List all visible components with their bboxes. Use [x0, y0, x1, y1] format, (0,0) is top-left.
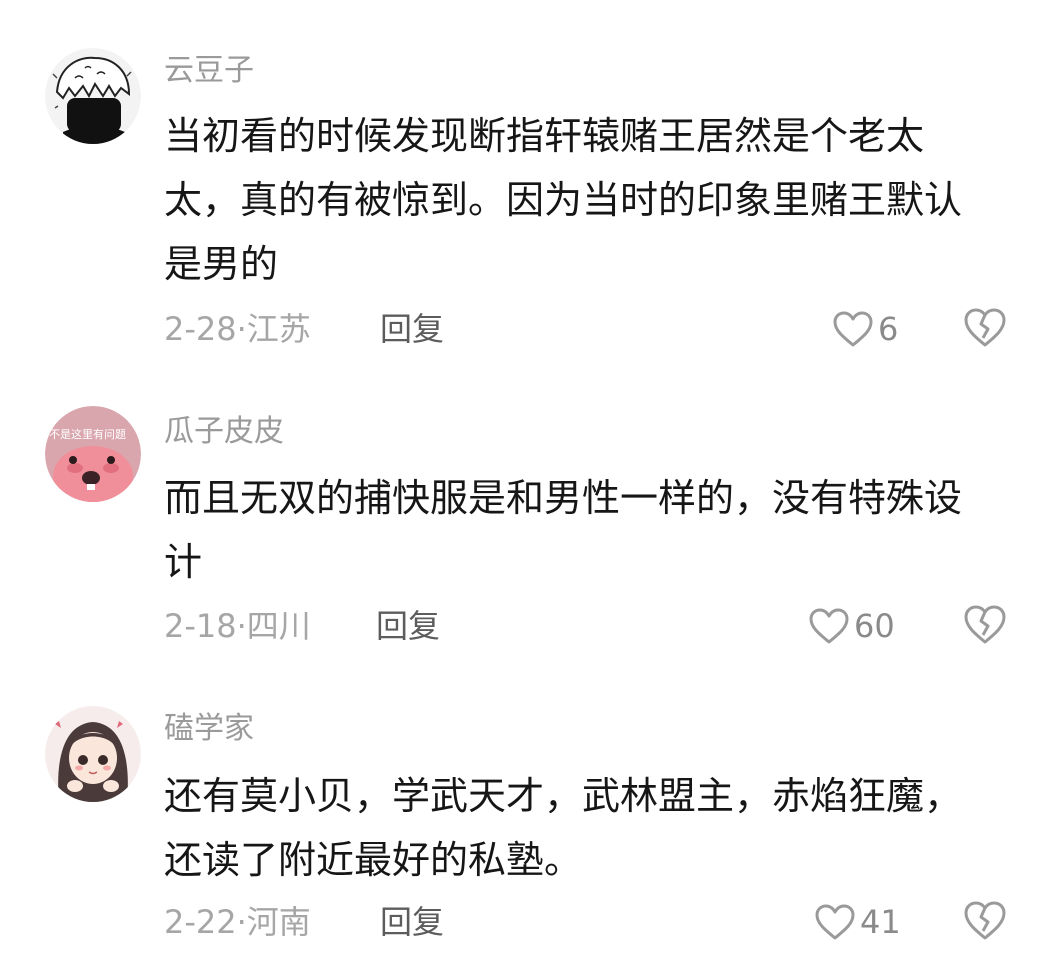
- anime-girl-icon: [45, 706, 141, 802]
- avatar[interactable]: [45, 48, 141, 144]
- comment-username[interactable]: 磕学家: [164, 709, 254, 749]
- comment-location: 四川: [246, 607, 311, 645]
- avatar-caption: 不是这里有问题: [49, 428, 126, 441]
- heart-outline-icon: [815, 904, 855, 940]
- heart-outline-icon: [833, 311, 873, 347]
- comment-text: 还有莫小贝，学武天才，武林盟主，赤焰狂魔， 还读了附近最好的私塾。: [164, 764, 962, 892]
- reply-button[interactable]: 回复: [380, 902, 444, 942]
- broken-heart-icon: [964, 605, 1006, 644]
- like-button[interactable]: 6: [832, 307, 898, 351]
- reply-button[interactable]: 回复: [380, 309, 444, 349]
- comment-username[interactable]: 瓜子皮皮: [164, 412, 284, 452]
- comment-date: 2-18: [164, 607, 237, 645]
- comment-item: 不是这里有问题 瓜子皮皮 而且无双的捕快服是和男性一样的，没有特殊设 计 2-1…: [0, 380, 1053, 680]
- comment-date: 2-28: [164, 310, 237, 348]
- comment-text-line: 还有莫小贝，学武天才，武林盟主，赤焰狂魔，: [164, 774, 963, 818]
- dislike-button[interactable]: [962, 307, 1008, 351]
- comment-text: 而且无双的捕快服是和男性一样的，没有特殊设 计: [164, 466, 962, 594]
- reply-button[interactable]: 回复: [376, 606, 440, 646]
- comment-text: 当初看的时候发现断指轩辕赌王居然是个老太 太，真的有被惊到。因为当时的印象里赌王…: [164, 104, 962, 296]
- comment-text-line: 计: [164, 540, 203, 584]
- comment-item: 云豆子 当初看的时候发现断指轩辕赌王居然是个老太 太，真的有被惊到。因为当时的印…: [0, 0, 1053, 380]
- comment-meta: 2-28·江苏: [164, 309, 311, 349]
- comment-location: 河南: [246, 903, 311, 941]
- comment-meta: 2-18·四川: [164, 606, 311, 646]
- comment-item: 磕学家 还有莫小贝，学武天才，武林盟主，赤焰狂魔， 还读了附近最好的私塾。 2-…: [0, 680, 1053, 960]
- like-count: 6: [878, 310, 899, 348]
- dislike-button[interactable]: [962, 900, 1008, 944]
- broken-heart-icon: [964, 308, 1006, 347]
- comment-text-line: 还读了附近最好的私塾。: [164, 838, 583, 882]
- dislike-button[interactable]: [962, 604, 1008, 648]
- heart-outline-icon: [809, 608, 849, 644]
- like-count: 41: [860, 903, 901, 941]
- avatar[interactable]: 不是这里有问题: [45, 406, 141, 502]
- pink-beaver-icon: [45, 406, 141, 502]
- like-button[interactable]: 41: [814, 900, 901, 944]
- comment-text-line: 当初看的时候发现断指轩辕赌王居然是个老太: [164, 114, 925, 158]
- comment-text-line: 是男的: [164, 242, 279, 286]
- comment-text-line: 太，真的有被惊到。因为当时的印象里赌王默认: [164, 178, 963, 222]
- avatar[interactable]: [45, 706, 141, 802]
- broken-heart-icon: [964, 901, 1006, 940]
- anime-boy-mask-icon: [45, 48, 141, 144]
- comment-username[interactable]: 云豆子: [164, 51, 254, 91]
- like-button[interactable]: 60: [808, 604, 895, 648]
- comment-text-line: 而且无双的捕快服是和男性一样的，没有特殊设: [164, 476, 963, 520]
- meta-separator: ·: [236, 607, 247, 645]
- like-count: 60: [854, 607, 895, 645]
- meta-separator: ·: [236, 310, 247, 348]
- meta-separator: ·: [236, 903, 247, 941]
- comment-meta: 2-22·河南: [164, 902, 311, 942]
- comment-date: 2-22: [164, 903, 237, 941]
- comment-location: 江苏: [246, 310, 311, 348]
